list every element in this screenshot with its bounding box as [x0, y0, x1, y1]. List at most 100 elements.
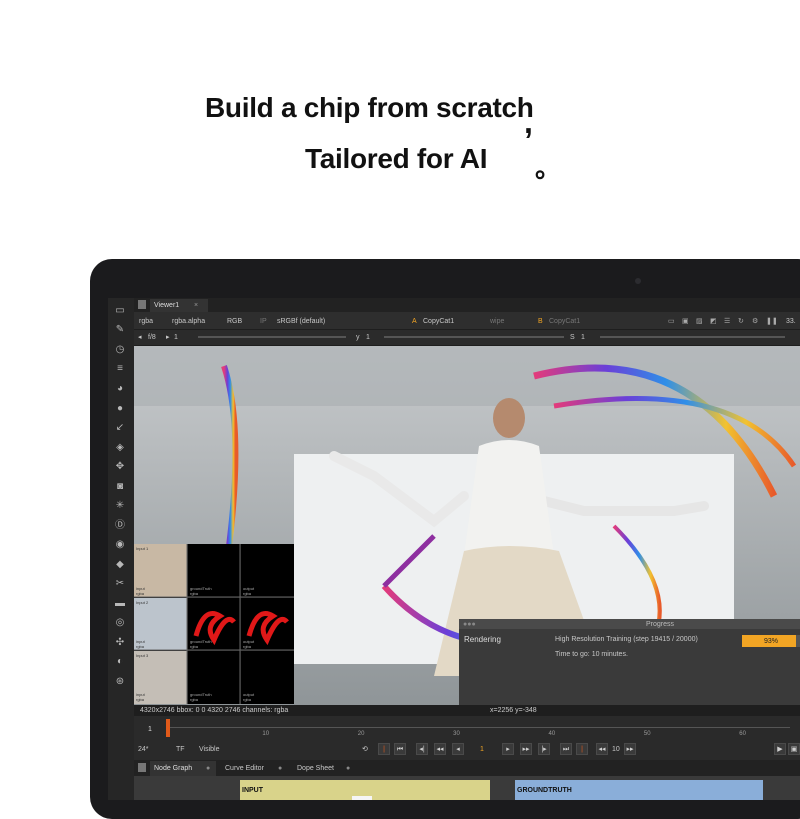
monitor-button[interactable]: ▣ — [788, 743, 800, 755]
channels-select[interactable]: rgba — [139, 317, 153, 326]
timeline-tick-label: 50 — [643, 731, 651, 737]
toolsets-icon[interactable]: ✂ — [113, 577, 127, 591]
tab-close-icon[interactable]: × — [194, 301, 198, 310]
saturation-slider[interactable] — [600, 336, 785, 338]
copycat-thumbnail-grid: Input 1 input rgba groundTruth rgba outp… — [134, 544, 294, 704]
zoom-value[interactable]: 33. — [786, 317, 796, 326]
node-groundtruth[interactable]: GROUNDTRUTH — [515, 780, 763, 800]
fstop-left-arrow-icon[interactable]: ◂ — [138, 333, 142, 342]
wipe-select[interactable]: wipe — [490, 317, 504, 326]
prev-frame-button[interactable]: ◂◂ — [434, 743, 446, 755]
pause-icon[interactable]: ❚❚ — [766, 317, 778, 326]
step-back-button[interactable]: ◂◂ — [596, 743, 608, 755]
flipbook-button[interactable]: ▶ — [774, 743, 786, 755]
gain-value[interactable]: 1 — [174, 333, 178, 342]
next-keyframe-button[interactable]: |▸ — [538, 743, 550, 755]
fstop-right-arrow-icon[interactable]: ▸ — [166, 333, 170, 342]
node-groundtruth-label: GROUNDTRUTH — [517, 787, 572, 794]
prev-keyframe-button[interactable]: ◂| — [416, 743, 428, 755]
overlay-icon[interactable]: ◩ — [710, 317, 717, 326]
refresh-icon[interactable]: ↻ — [738, 317, 744, 326]
play-forward-button[interactable]: ▸ — [502, 743, 514, 755]
gamma-label: y — [356, 334, 360, 341]
tab-node-graph[interactable]: Node Graph ● — [150, 761, 216, 776]
tab-close-icon[interactable]: ● — [206, 764, 210, 773]
out-point-button[interactable]: | — [576, 743, 588, 755]
tab-curve-editor[interactable]: Curve Editor — [225, 764, 264, 773]
step-forward-button[interactable]: ▸▸ — [624, 743, 636, 755]
clock-icon[interactable]: ◷ — [113, 343, 127, 357]
viewer-toolbar-1: rgba rgba.alpha RGB IP sRGBf (default) A… — [134, 312, 800, 330]
3d-icon[interactable]: ◙ — [113, 480, 127, 494]
metadata-icon[interactable]: ◆ — [113, 558, 127, 572]
cara-icon[interactable]: ⊛ — [113, 675, 127, 689]
panel-menu-icon-2[interactable] — [138, 763, 146, 772]
thumb-8-bottom-label: groundTruth rgba — [190, 692, 212, 702]
a-input-select[interactable]: CopyCat1 — [423, 317, 454, 326]
tab-dope-sheet[interactable]: Dope Sheet — [297, 764, 334, 773]
gamma-value[interactable]: 1 — [366, 333, 370, 342]
progress-dialog — [459, 619, 800, 710]
node-input[interactable]: INPUT — [240, 780, 490, 800]
ip-toggle[interactable]: IP — [260, 317, 267, 326]
current-frame[interactable]: 1 — [480, 745, 484, 754]
headline-comma: , — [524, 104, 533, 140]
playback-controls: 24* TF Visible ⟲ | ⏮ ◂| ◂◂ ◂ 1 ▸ ▸▸ |▸ ⏭… — [134, 739, 800, 759]
channel-icon[interactable]: ≡ — [113, 362, 127, 376]
tf-select[interactable]: TF — [176, 745, 185, 754]
b-input-select[interactable]: CopyCat1 — [549, 317, 580, 326]
filter-icon[interactable]: ● — [113, 402, 127, 416]
thumb-7-top-label: Input 3 — [136, 653, 149, 658]
first-frame-button[interactable]: ⏮ — [394, 743, 406, 755]
progress-title: Progress — [646, 621, 675, 628]
in-point-button[interactable]: | — [378, 743, 390, 755]
views-icon[interactable]: ◉ — [113, 538, 127, 552]
airnodes-icon[interactable]: ✣ — [113, 636, 127, 650]
timeline-bar[interactable]: 1 10 20 30 40 50 60 — [134, 717, 800, 739]
particle-icon[interactable]: ✳ — [113, 499, 127, 513]
tab-close-icon[interactable]: ● — [346, 764, 350, 773]
other-icon[interactable]: ▬ — [113, 597, 127, 611]
loop-icon[interactable]: ⟲ — [362, 745, 368, 754]
ocula-icon[interactable]: ◐ — [113, 655, 127, 669]
brush-icon[interactable]: ✎ — [113, 323, 127, 337]
transform-icon[interactable]: ✥ — [113, 460, 127, 474]
fstop-value[interactable]: f/8 — [148, 333, 156, 342]
colorspace-select[interactable]: RGB — [227, 317, 242, 326]
visible-select[interactable]: Visible — [199, 745, 220, 754]
deep-icon[interactable]: Ⓓ — [113, 519, 127, 533]
gain-slider[interactable] — [198, 336, 346, 338]
saturation-value[interactable]: 1 — [581, 333, 585, 342]
play-backward-button[interactable]: ◂ — [452, 743, 464, 755]
lut-select[interactable]: sRGBf (default) — [277, 317, 325, 326]
lines-icon[interactable]: ☰ — [724, 317, 730, 326]
clip-icon[interactable]: ▣ — [682, 317, 689, 326]
step-value[interactable]: 10 — [612, 745, 620, 754]
panel-menu-icon[interactable] — [138, 300, 146, 309]
timeline-track[interactable] — [170, 727, 790, 728]
last-frame-button[interactable]: ⏭ — [560, 743, 572, 755]
furnace-icon[interactable]: ◎ — [113, 616, 127, 630]
thumbnail-artwork — [134, 544, 294, 704]
thumb-6-bottom-label: output rgba — [243, 639, 255, 649]
zebra-icon[interactable]: ▨ — [696, 317, 703, 326]
gamma-slider[interactable] — [384, 336, 564, 338]
keyer-icon[interactable]: ↙ — [113, 421, 127, 435]
tab-close-icon[interactable]: ● — [278, 764, 282, 773]
roi-icon[interactable]: ▭ — [668, 317, 675, 326]
thumb-4-top-label: Input 2 — [136, 600, 149, 605]
window-controls-icon[interactable]: ●●● — [463, 620, 476, 629]
merge-icon[interactable]: ◈ — [113, 441, 127, 455]
headline-line-2: Tailored for AI — [305, 143, 488, 174]
node-graph[interactable]: INPUT GROUNDTRUTH — [134, 776, 800, 800]
image-icon[interactable]: ▭ — [113, 304, 127, 318]
next-frame-button[interactable]: ▸▸ — [520, 743, 532, 755]
timeline-ticks: 10 20 30 40 50 60 — [134, 730, 800, 739]
color-icon[interactable]: ◕ — [113, 382, 127, 396]
settings-icon[interactable]: ⚙ — [752, 317, 758, 326]
fps-select[interactable]: 24* — [138, 745, 149, 754]
progress-titlebar: ●●● Progress — [459, 619, 800, 629]
timeline-tick-label: 10 — [262, 731, 270, 737]
alpha-select[interactable]: rgba.alpha — [172, 317, 205, 326]
tab-viewer1[interactable]: Viewer1 × — [150, 299, 208, 312]
